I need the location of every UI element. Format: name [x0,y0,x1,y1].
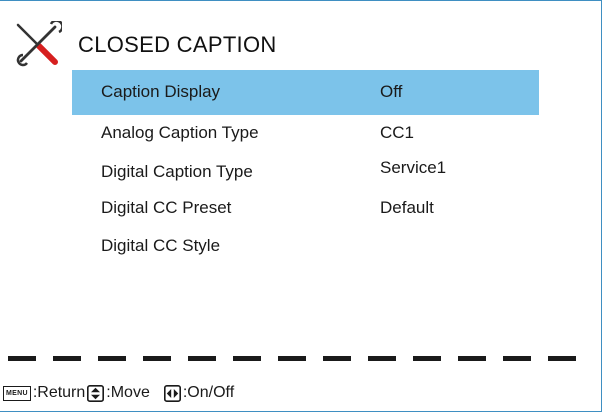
left-right-arrows-icon [163,384,181,402]
return-hint: :Return [32,384,86,401]
menu-key-icon: MENU [3,385,31,401]
tools-icon [16,21,62,67]
menu-item-caption-display[interactable]: Caption Display Off [72,70,539,115]
move-hint: :Move [106,384,150,401]
menu-item-value: Default [380,198,434,217]
menu-title: CLOSED CAPTION [78,32,277,57]
menu-item-value: Service1 [380,158,447,177]
menu-item-label: Analog Caption Type [101,123,259,142]
menu-item-label: Digital Caption Type [101,162,253,181]
menu-item-value: Off [380,82,403,101]
footer-hints: MENU :Return :Move :On/Off [3,382,234,404]
up-down-arrows-icon [87,384,105,402]
menu-item-label: Digital CC Style [101,236,221,255]
menu-item-label: Digital CC Preset [101,198,232,217]
dashed-divider [8,356,588,361]
menu-item-value: CC1 [380,123,415,142]
menu-item-digital-cc-style[interactable]: Digital CC Style [72,228,539,273]
menu-item-label: Caption Display [101,82,221,101]
onoff-hint: :On/Off [182,384,235,401]
